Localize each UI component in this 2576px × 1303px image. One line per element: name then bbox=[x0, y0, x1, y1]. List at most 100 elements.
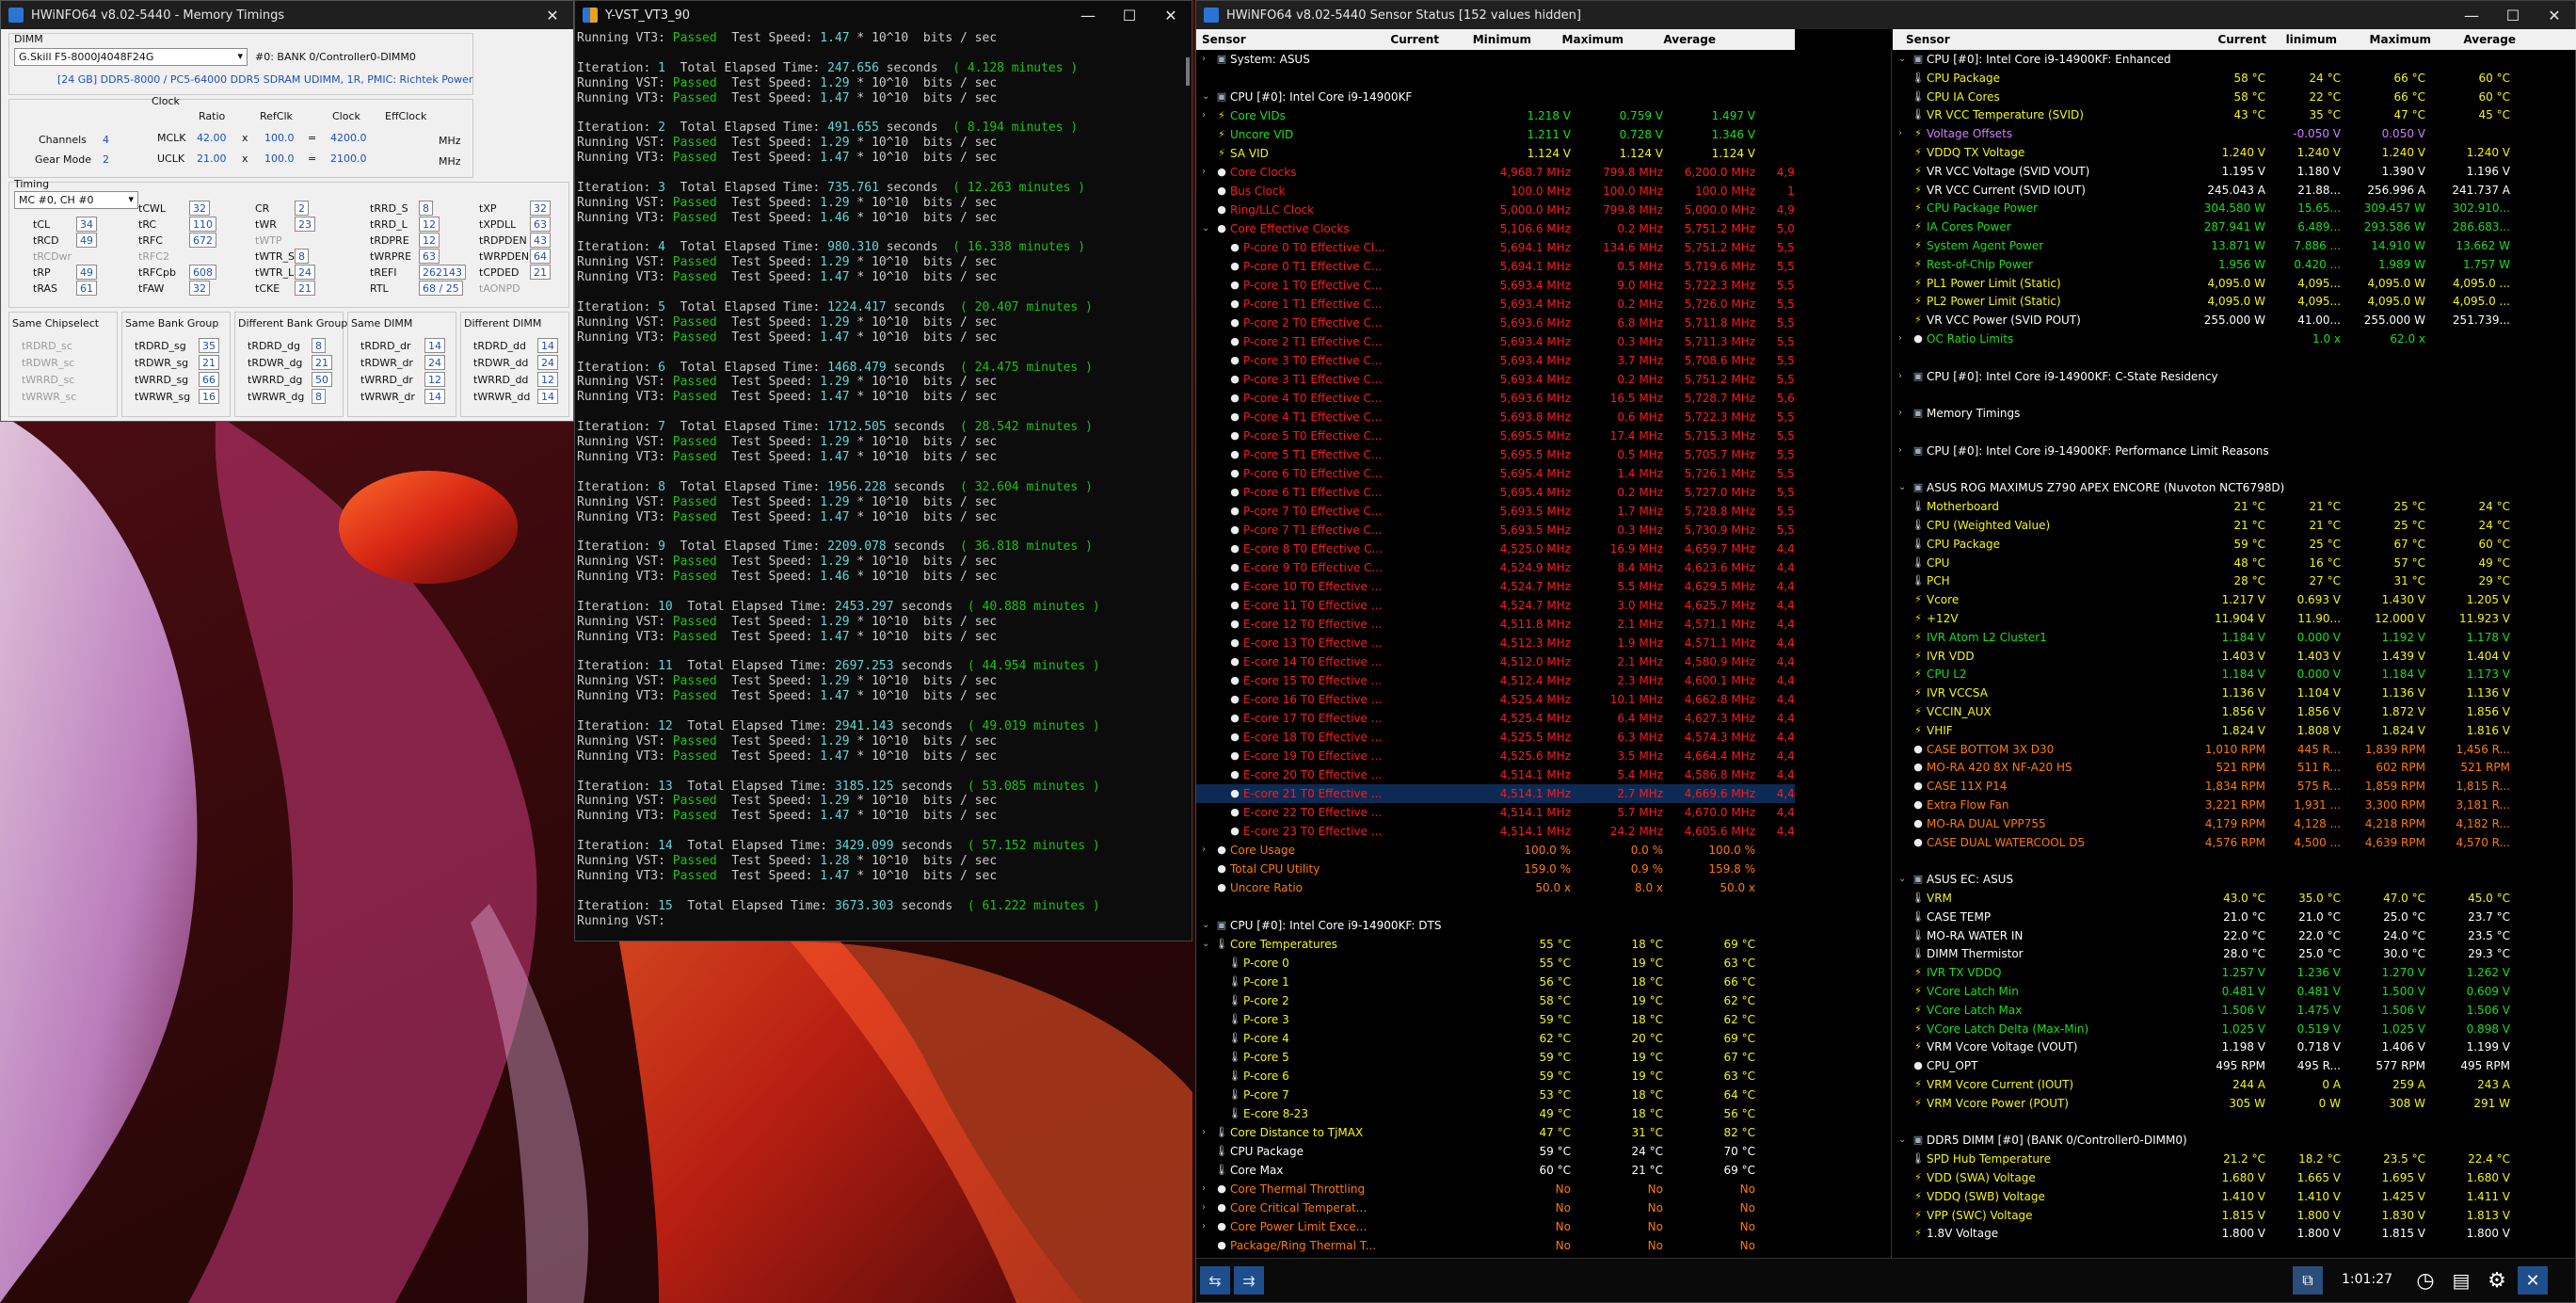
sensor-row[interactable]: ● P-core 3 T0 Effective C... 5,693.4 MHz 3.… bbox=[1196, 351, 1795, 370]
minimize-icon[interactable]: — bbox=[1067, 1, 1109, 29]
sensor-row[interactable]: ● P-core 2 T0 Effective C... 5,693.6 MHz 6.… bbox=[1196, 314, 1795, 332]
sensor-row[interactable]: › ● Core Clocks 4,968.7 MHz 799.8 MHz 6,200.0… bbox=[1196, 163, 1795, 182]
sensor-row[interactable]: ⚡ VDDQ TX Voltage 1.240 V 1.240 V 1.240 V 1.2… bbox=[1893, 143, 2576, 162]
sensor-row[interactable]: 🌡︎P-core 559 °C19 °C67 °C59 °C bbox=[1196, 1048, 1795, 1067]
header-maximum[interactable]: Maximum bbox=[2370, 33, 2431, 46]
expand-chevron-icon[interactable]: › bbox=[1898, 330, 1910, 348]
sensor-row[interactable]: ●Bus Clock100.0 MHz100.0 MHz100.0 MHz100… bbox=[1196, 182, 1795, 201]
collapse-chevron-icon[interactable]: ⌄ bbox=[1898, 870, 1910, 889]
sensor-row[interactable]: ● P-core 5 T0 Effective C... 5,695.5 MHz 17… bbox=[1196, 426, 1795, 445]
sensor-row[interactable]: 🌡︎ PCH 28 °C 27 °C 31 °C 29 °C bbox=[1893, 571, 2576, 590]
sensor-row[interactable]: 🌡︎ CPU (Weighted Value) 21 °C 21 °C 25 °C 24 … bbox=[1893, 516, 2576, 535]
expand-chevron-icon[interactable]: › bbox=[1898, 124, 1910, 143]
sensor-row[interactable]: ● E-core 14 T0 Effective ... 4,512.0 MHz 2.… bbox=[1196, 652, 1795, 671]
sensor-row[interactable]: ● E-core 10 T0 Effective ... 4,524.7 MHz 5.… bbox=[1196, 577, 1795, 596]
sensor-section-header[interactable]: ⌄ ▣ DDR5 DIMM [#0] (BANK 0/Controller0-DIM… bbox=[1893, 1131, 2576, 1150]
sensor-row[interactable]: ● CASE BOTTOM 3X D30 1,010 RPM 445 R... 1,83… bbox=[1893, 740, 2576, 759]
report-icon[interactable]: ▤ bbox=[2446, 1266, 2476, 1295]
sensor-row[interactable]: › ● Core Thermal Throttling No No No bbox=[1196, 1180, 1795, 1198]
sensor-section-header[interactable]: › ▣ CPU [#0]: Intel Core i9-14900KF: Perfo… bbox=[1893, 442, 2576, 460]
sensor-row[interactable]: ● Package/Ring Thermal T... No No No bbox=[1196, 1236, 1795, 1255]
sensor-panel-right[interactable]: ⌄ ▣ CPU [#0]: Intel Core i9-14900KF: Enhan… bbox=[1893, 50, 2576, 1259]
dimm-select[interactable]: G.Skill F5-8000J4048F24G ▾ bbox=[14, 48, 248, 66]
sensor-row[interactable]: 🌡︎ CASE TEMP 21.0 °C 21.0 °C 25.0 °C 23.7 °C bbox=[1893, 908, 2576, 926]
sensor-row[interactable]: ● P-core 0 T1 Effective C... 5,694.1 MHz 0.… bbox=[1196, 257, 1795, 276]
header-current[interactable]: Current bbox=[1390, 33, 1439, 46]
sensor-row[interactable]: ● P-core 6 T0 Effective C... 5,695.4 MHz 1.… bbox=[1196, 464, 1795, 483]
sensor-row[interactable]: ● E-core 19 T0 Effective ... 4,525.6 MHz 3.… bbox=[1196, 747, 1795, 765]
header-average[interactable]: Average bbox=[2463, 33, 2516, 46]
sensor-row[interactable]: ● P-core 1 T1 Effective C... 5,693.4 MHz 0.… bbox=[1196, 295, 1795, 314]
sensor-row[interactable]: ● E-core 8 T0 Effective C... 4,525.0 MHz 16… bbox=[1196, 539, 1795, 558]
expand-chevron-icon[interactable]: › bbox=[1202, 163, 1213, 182]
sensor-row[interactable]: ⚡ 1.8V Voltage 1.800 V 1.800 V 1.815 V 1.800 … bbox=[1893, 1224, 2576, 1243]
sensor-row[interactable]: ● E-core 11 T0 Effective ... 4,524.7 MHz 3.… bbox=[1196, 596, 1795, 615]
header-current[interactable]: Current bbox=[2217, 33, 2266, 46]
header-minimum[interactable]: Minimum bbox=[1473, 33, 1531, 46]
sensor-row[interactable]: 🌡︎ CPU 48 °C 16 °C 57 °C 49 °C bbox=[1893, 554, 2576, 572]
sensor-row[interactable]: ● E-core 15 T0 Effective ... 4,512.4 MHz 2.… bbox=[1196, 671, 1795, 690]
sensor-row[interactable]: ● MO-RA DUAL VPP755 4,179 RPM 4,128 ... 4,21… bbox=[1893, 814, 2576, 833]
close-icon[interactable]: ✕ bbox=[2534, 1, 2575, 29]
sensor-row[interactable]: ⚡ Vcore 1.217 V 0.693 V 1.430 V 1.205 V bbox=[1893, 590, 2576, 609]
sensor-row[interactable]: ⚡ VPP (SWC) Voltage 1.815 V 1.800 V 1.830 V 1… bbox=[1893, 1206, 2576, 1225]
sensor-row[interactable]: ● Extra Flow Fan 3,221 RPM 1,931 ... 3,300 R… bbox=[1893, 796, 2576, 814]
expand-chevron-icon[interactable]: › bbox=[1202, 106, 1213, 125]
expand-chevron-icon[interactable]: › bbox=[1202, 1217, 1213, 1236]
sensor-row[interactable]: 🌡︎P-core 055 °C19 °C63 °C54 °C bbox=[1196, 954, 1795, 973]
header-minimum[interactable]: linimum bbox=[2286, 33, 2337, 46]
sensor-row[interactable]: ● Ring/LLC Clock 5,000.0 MHz 799.8 MHz 5,000… bbox=[1196, 201, 1795, 219]
sensor-row[interactable]: ⚡ VRM Vcore Power (POUT) 305 W 0 W 308 W 291 … bbox=[1893, 1094, 2576, 1113]
sensor-row[interactable]: ● E-core 20 T0 Effective ... 4,514.1 MHz 5.… bbox=[1196, 765, 1795, 784]
sensor-row[interactable]: 🌡︎ DIMM Thermistor 28.0 °C 25.0 °C 30.0 °C 29… bbox=[1893, 944, 2576, 963]
collapse-chevron-icon[interactable]: ⌄ bbox=[1898, 478, 1910, 497]
sensor-row[interactable]: ● CASE 11X P14 1,834 RPM 575 R... 1,859 RPM 1… bbox=[1893, 777, 2576, 796]
sensor-row[interactable]: ⚡ IVR VCCSA 1.136 V 1.104 V 1.136 V 1.136 V bbox=[1893, 684, 2576, 702]
sensor-row[interactable]: ● CASE DUAL WATERCOOL D5 4,576 RPM 4,500 ..… bbox=[1893, 833, 2576, 852]
header-sensor[interactable]: Sensor bbox=[1906, 33, 1950, 46]
sensor-row[interactable]: ⚡ VRM Vcore Current (IOUT) 244 A 0 A 259 A 24… bbox=[1893, 1075, 2576, 1094]
collapse-chevron-icon[interactable]: ⌄ bbox=[1202, 935, 1213, 954]
sensor-row[interactable]: ⚡ Rest-of-Chip Power 1.956 W 0.420 ... 1.989… bbox=[1893, 255, 2576, 274]
sensor-row[interactable]: ● E-core 22 T0 Effective ... 4,514.1 MHz 5.… bbox=[1196, 803, 1795, 822]
sensor-row[interactable]: ● P-core 1 T0 Effective C... 5,693.4 MHz 9.… bbox=[1196, 276, 1795, 295]
sensor-row[interactable]: ● P-core 7 T0 Effective C... 5,693.5 MHz 1.… bbox=[1196, 502, 1795, 521]
sensor-row[interactable]: ● P-core 6 T1 Effective C... 5,695.4 MHz 0.… bbox=[1196, 483, 1795, 502]
sensor-row[interactable]: ›⚡Core VIDs1.218 V0.759 V1.497 V1.289 V bbox=[1196, 106, 1795, 125]
sensor-row[interactable]: ⚡ VR VCC Power (SVID POUT) 255.000 W 41.00.… bbox=[1893, 311, 2576, 330]
sensor-row[interactable]: 🌡︎ CPU Package 59 °C 25 °C 67 °C 60 °C bbox=[1893, 535, 2576, 554]
sensor-row[interactable]: ● CPU_OPT 495 RPM 495 R... 577 RPM 495 RPM bbox=[1893, 1056, 2576, 1075]
sensor-row[interactable]: 🌡︎P-core 258 °C19 °C62 °C57 °C bbox=[1196, 991, 1795, 1010]
sensor-row[interactable]: 🌡︎ SPD Hub Temperature 21.2 °C 18.2 °C 23.5 … bbox=[1893, 1150, 2576, 1168]
sensor-row[interactable]: ⌄🌡︎Core Temperatures55 °C18 °C69 °C56 °C bbox=[1196, 935, 1795, 954]
terminal-titlebar[interactable]: Y-VST_VT3_90 — ☐ ✕ bbox=[575, 1, 1192, 29]
sensor-row[interactable]: ⚡ VDDQ (SWB) Voltage 1.410 V 1.410 V 1.425 V… bbox=[1893, 1187, 2576, 1206]
memory-timings-titlebar[interactable]: HWiNFO64 v8.02-5440 - Memory Timings ✕ bbox=[1, 1, 573, 29]
sensor-row[interactable]: › 🌡︎ Core Distance to TjMAX 47 °C 31 °C 82 °C… bbox=[1196, 1123, 1795, 1142]
close-sensors-icon[interactable]: ✕ bbox=[2518, 1266, 2548, 1295]
sensor-row[interactable]: ● P-core 4 T1 Effective C... 5,693.8 MHz 0.… bbox=[1196, 408, 1795, 426]
sensor-row[interactable]: ● P-core 4 T0 Effective C... 5,693.6 MHz 16… bbox=[1196, 389, 1795, 408]
sensor-row[interactable]: ● E-core 23 T0 Effective ... 4,514.1 MHz 24… bbox=[1196, 822, 1795, 841]
sensor-row[interactable]: ⚡ VCore Latch Max 1.506 V 1.475 V 1.506 V 1.5… bbox=[1893, 1001, 2576, 1020]
header-average[interactable]: Average bbox=[1663, 33, 1716, 46]
sensor-section-header[interactable]: ⌄ ▣ ASUS ROG MAXIMUS Z790 APEX ENCORE (Nuv… bbox=[1893, 478, 2576, 497]
sensor-section-header[interactable]: › ▣ CPU [#0]: Intel Core i9-14900KF: C-Sta… bbox=[1893, 367, 2576, 386]
expand-chevron-icon[interactable]: › bbox=[1202, 841, 1213, 860]
sensor-row[interactable]: ⚡ System Agent Power 13.871 W 7.886 ... 14.9… bbox=[1893, 236, 2576, 255]
sensor-row[interactable]: 🌡︎P-core 359 °C18 °C62 °C57 °C bbox=[1196, 1010, 1795, 1029]
sensor-row[interactable]: ⚡ VCore Latch Min 0.481 V 0.481 V 1.500 V 0.6… bbox=[1893, 982, 2576, 1001]
hwinfo-titlebar[interactable]: HWiNFO64 v8.02-5440 Sensor Status [152 v… bbox=[1196, 1, 2575, 29]
settings-icon[interactable]: ⚙ bbox=[2482, 1266, 2512, 1295]
sensor-row[interactable]: ⚡SA VID1.124 V1.124 V1.124 V1.124 V bbox=[1196, 144, 1795, 163]
sensor-row[interactable]: 🌡︎ Motherboard 21 °C 21 °C 25 °C 24 °C bbox=[1893, 497, 2576, 516]
sensor-row[interactable]: ● E-core 17 T0 Effective ... 4,525.4 MHz 6.… bbox=[1196, 709, 1795, 728]
sensor-row[interactable]: 🌡︎ CPU IA Cores 58 °C 22 °C 66 °C 60 °C bbox=[1893, 88, 2576, 106]
sensor-row[interactable]: ● P-core 2 T1 Effective C... 5,693.4 MHz 0.… bbox=[1196, 332, 1795, 351]
sensor-row[interactable]: ⚡ VCore Latch Delta (Max-Min) 1.025 V 0.519… bbox=[1893, 1020, 2576, 1038]
sensor-row[interactable]: ›●Core Usage100.0 %0.0 %100.0 %98.3 % bbox=[1196, 841, 1795, 860]
sensor-row[interactable]: ⚡ VDD (SWA) Voltage 1.680 V 1.665 V 1.695 V 1… bbox=[1893, 1168, 2576, 1187]
sensor-row[interactable]: 🌡︎P-core 462 °C20 °C69 °C59 °C bbox=[1196, 1029, 1795, 1048]
sensor-row[interactable]: › ⚡ Voltage Offsets -0.050 V 0.050 V bbox=[1893, 124, 2576, 143]
sensor-row[interactable]: ● E-core 13 T0 Effective ... 4,512.3 MHz 1.… bbox=[1196, 634, 1795, 652]
